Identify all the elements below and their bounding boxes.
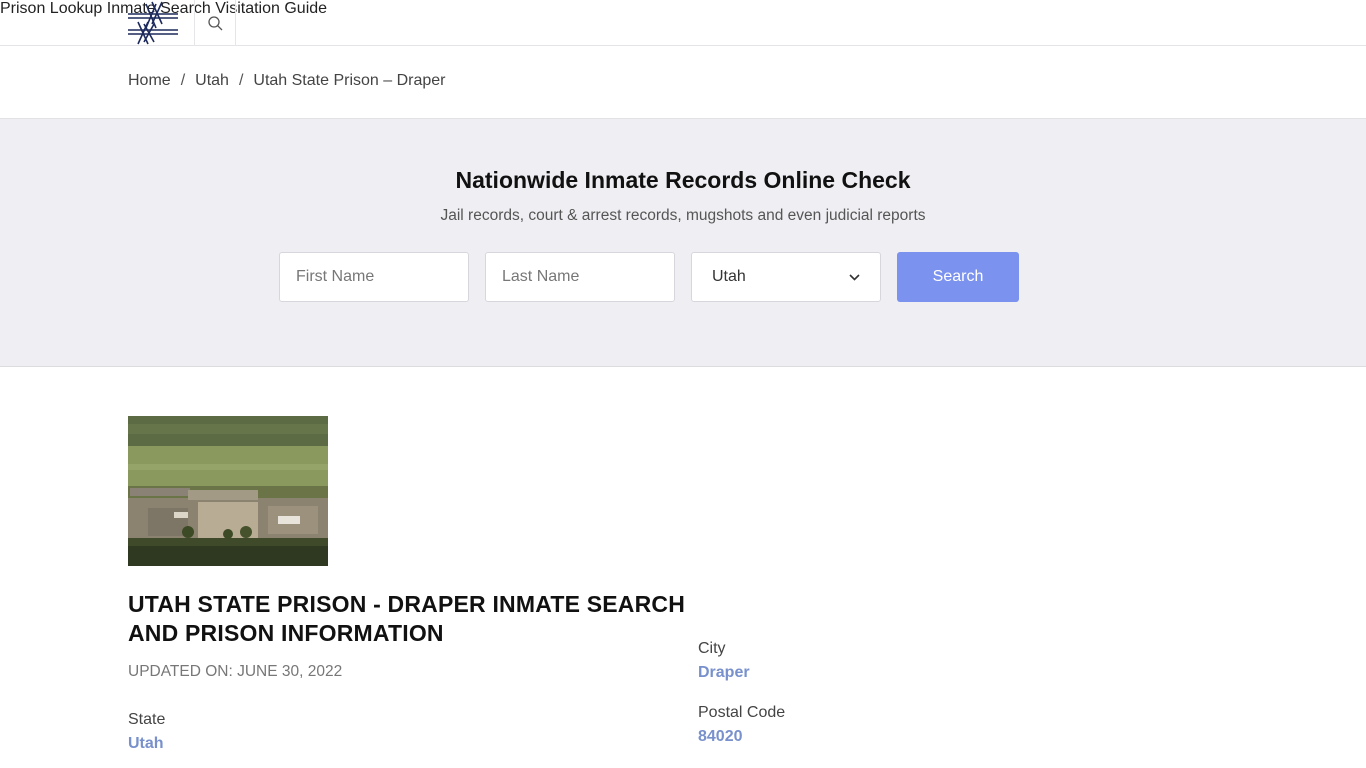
postal-code-value-link[interactable]: 84020 [698,728,743,746]
header-search-button[interactable] [194,0,236,46]
breadcrumb-utah[interactable]: Utah [195,72,229,89]
hero-subtitle: Jail records, court & arrest records, mu… [440,207,926,224]
state-value-link[interactable]: Utah [128,735,164,753]
site-logo-icon[interactable] [128,0,194,46]
search-button[interactable]: Search [897,252,1019,302]
postal-code-label: Postal Code [698,704,786,721]
state-select[interactable]: Utah [691,252,881,302]
breadcrumb-separator: / [180,72,186,89]
breadcrumb-home[interactable]: Home [128,72,171,89]
hero-title: Nationwide Inmate Records Online Check [455,167,911,193]
top-navbar: Prison Lookup Inmate Search Visitation G… [0,0,1366,46]
breadcrumb-separator: / [238,72,244,89]
city-value-link[interactable]: Draper [698,664,750,682]
first-name-input[interactable] [279,252,469,302]
state-select-value: Utah [712,268,746,285]
search-hero: Nationwide Inmate Records Online Check J… [0,118,1366,367]
chevron-down-icon [849,273,860,281]
nav-prison-lookup[interactable]: Prison Lookup [0,0,102,17]
prison-photo [128,416,328,566]
breadcrumb: Home / Utah / Utah State Prison – Draper [128,72,445,90]
updated-date: UPDATED ON: JUNE 30, 2022 [128,663,343,680]
search-icon [207,15,222,30]
state-label: State [128,711,166,728]
breadcrumb-current: Utah State Prison – Draper [253,72,446,89]
city-label: City [698,640,726,657]
last-name-input[interactable] [485,252,675,302]
page-title: UTAH STATE PRISON - DRAPER INMATE SEARCH… [128,591,686,646]
